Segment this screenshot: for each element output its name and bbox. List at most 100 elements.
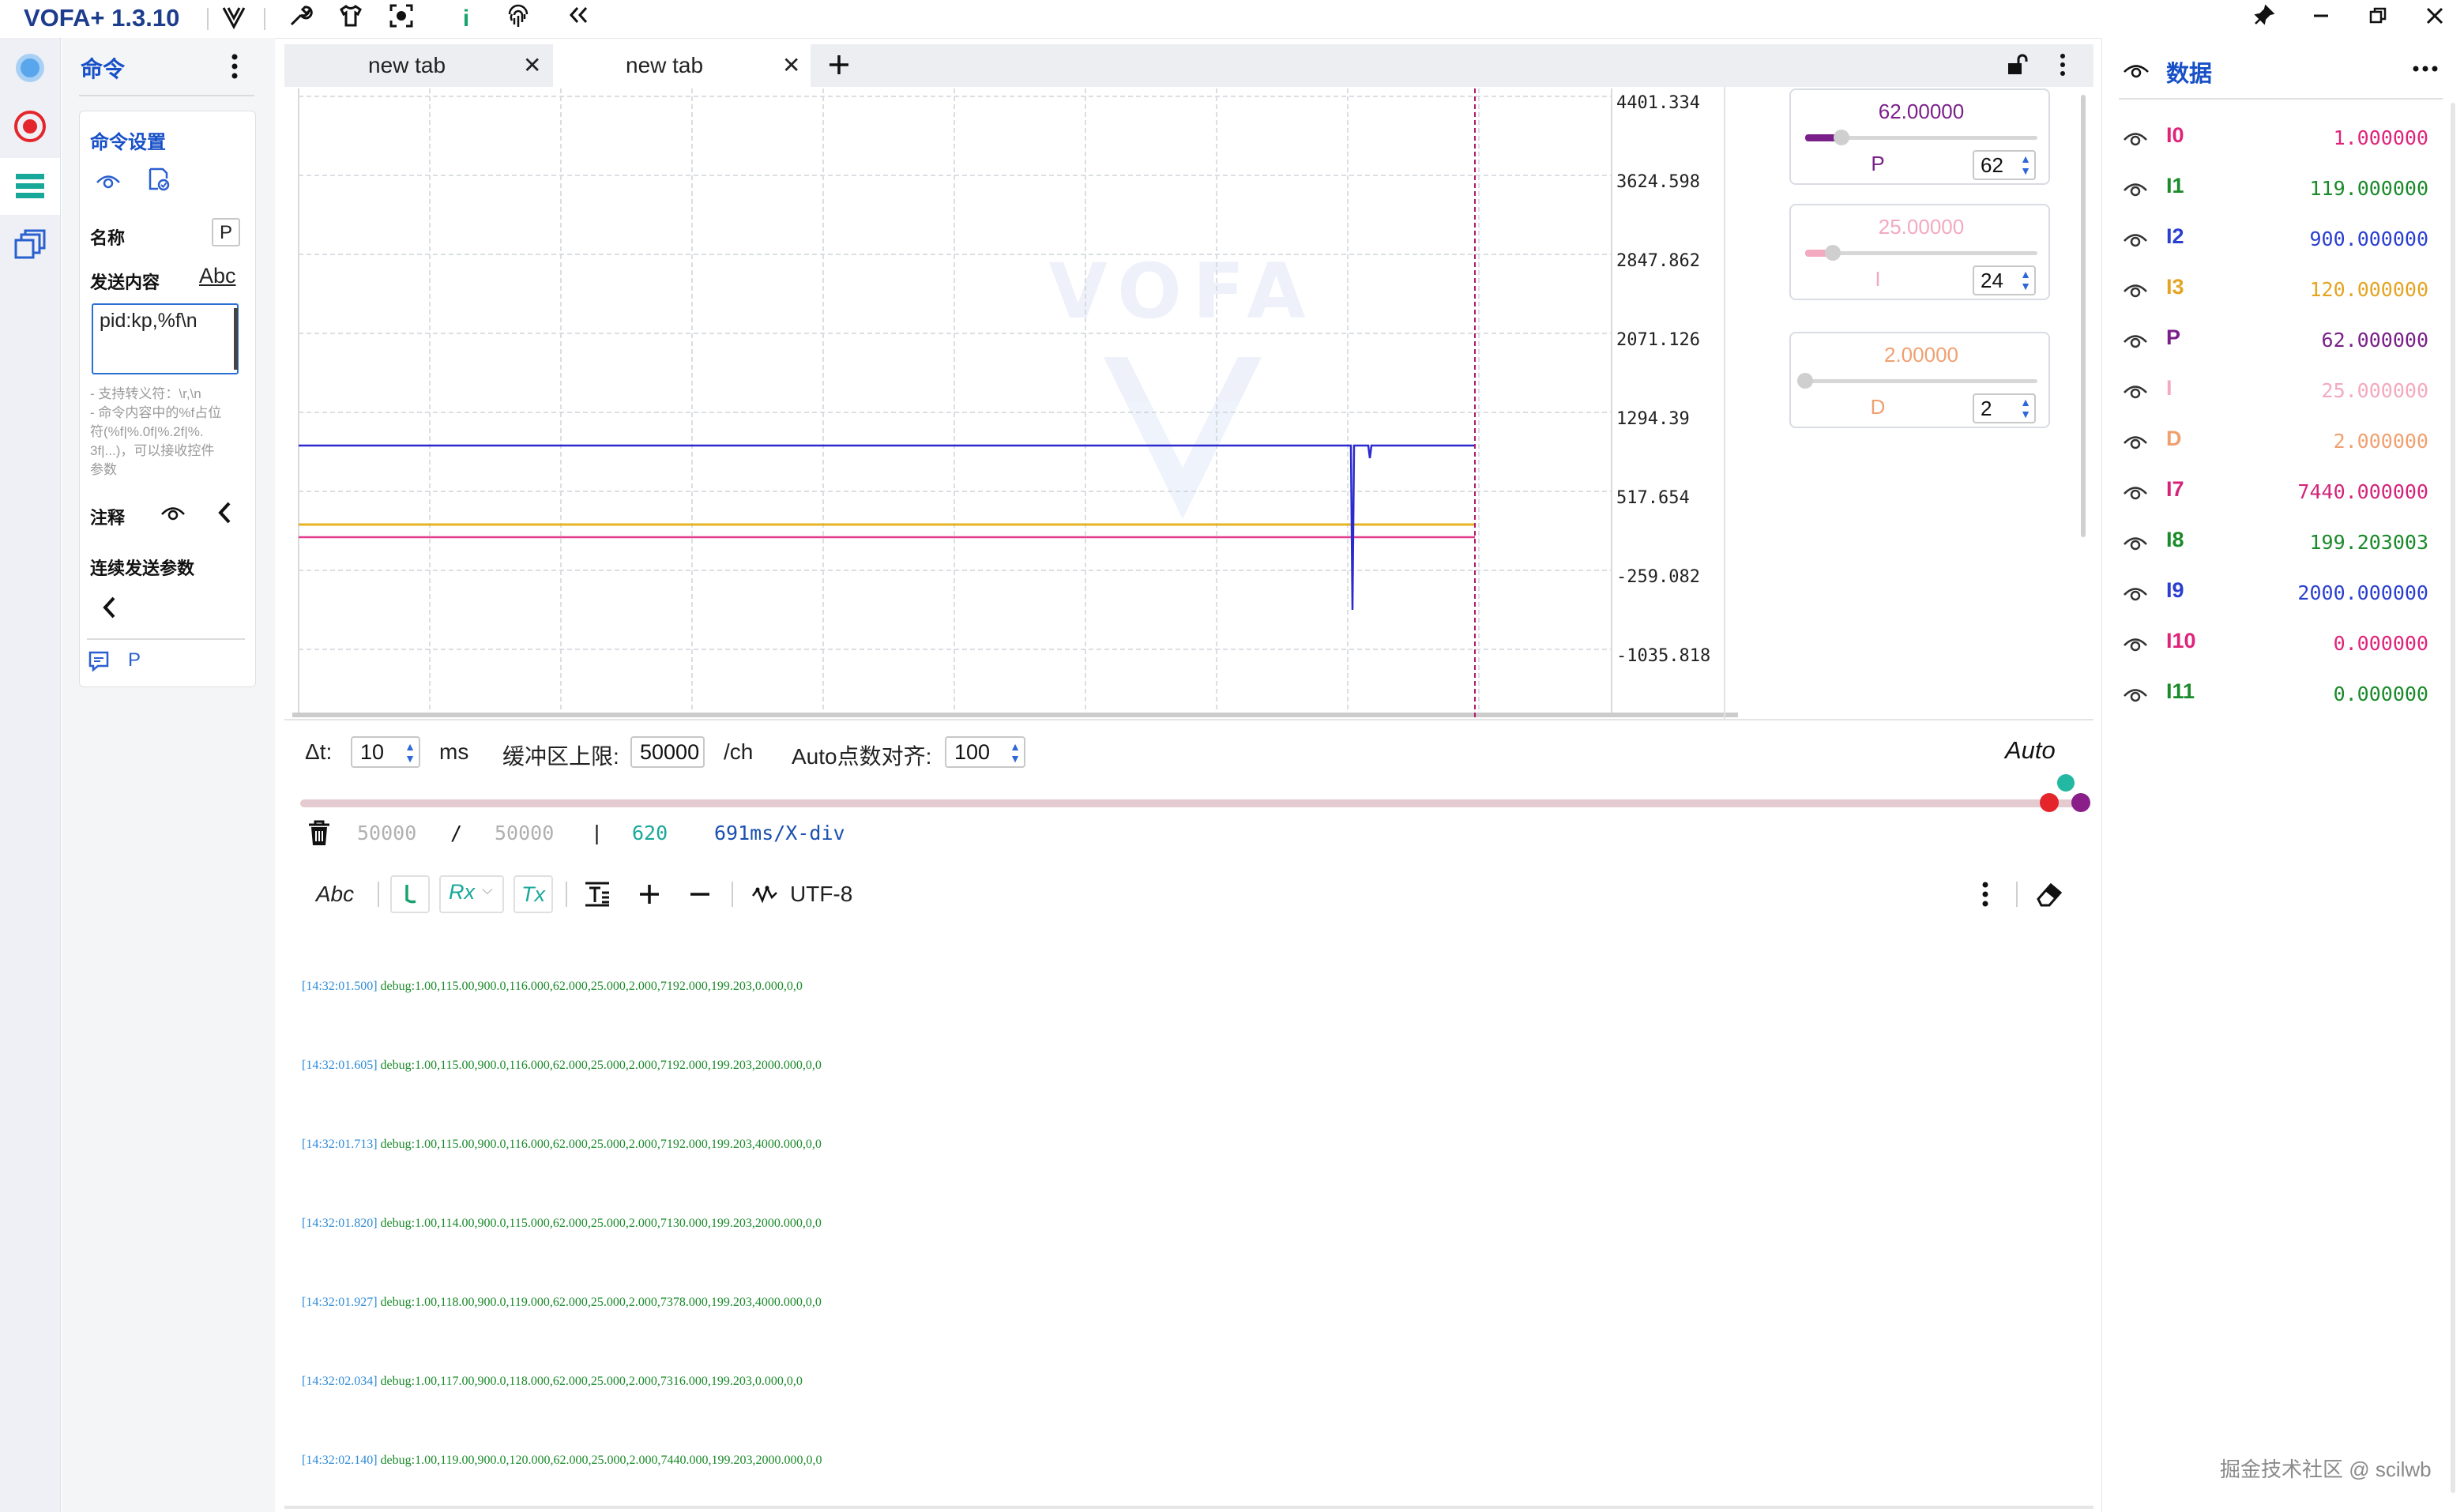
data-row[interactable]: I2 900.000000: [2122, 220, 2438, 258]
data-row[interactable]: D 2.000000: [2122, 422, 2438, 460]
restore-button[interactable]: [2359, 3, 2397, 35]
data-row[interactable]: I8 199.203003: [2122, 523, 2438, 561]
eye-icon[interactable]: [2122, 480, 2149, 508]
eye-icon[interactable]: [2122, 632, 2149, 660]
slider-widget-i[interactable]: 25.00000 I 24 ▲ ▼: [1789, 204, 2050, 300]
tab-menu-icon[interactable]: [2051, 51, 2075, 79]
comment-chevron-left-icon[interactable]: [213, 499, 237, 526]
spinbox-arrows-icon[interactable]: ▲ ▼: [2020, 269, 2031, 292]
data-row[interactable]: I 25.000000: [2122, 371, 2438, 409]
command-list-icon[interactable]: [9, 166, 51, 207]
scroll-handle-red[interactable]: [2040, 793, 2059, 812]
rx-menu-icon[interactable]: [1973, 878, 1997, 910]
time-scrollbar[interactable]: [300, 799, 2087, 807]
scroll-handle-teal[interactable]: [2057, 774, 2075, 792]
encoding-wave-icon[interactable]: [750, 880, 779, 908]
wrench-icon[interactable]: [284, 3, 316, 35]
vofa-logo-icon[interactable]: [218, 3, 250, 35]
slider-widget-p[interactable]: 62.00000 P 62 ▲ ▼: [1789, 88, 2050, 185]
slider-knob[interactable]: [1825, 245, 1841, 261]
window-stack-icon[interactable]: [9, 226, 51, 267]
eye-icon[interactable]: [95, 169, 122, 193]
plot-vertical-scrollbar[interactable]: [2081, 95, 2086, 537]
tab-1-label[interactable]: new tab: [368, 44, 446, 87]
pin-icon[interactable]: [2245, 3, 2283, 35]
info-icon[interactable]: i: [450, 3, 482, 35]
tab-2-label[interactable]: new tab: [626, 44, 703, 87]
rx-toggle[interactable]: Rx ⌵: [439, 875, 504, 913]
timestamp-toggle[interactable]: [390, 875, 430, 913]
eye-icon[interactable]: [2122, 228, 2149, 255]
eye-icon[interactable]: [2122, 126, 2149, 154]
eye-icon[interactable]: [2122, 683, 2149, 710]
font-decrease-icon[interactable]: [686, 880, 714, 908]
continuous-chevron-left-icon[interactable]: [98, 594, 122, 621]
send-mode-toggle[interactable]: Abc: [199, 264, 236, 288]
unlock-icon[interactable]: [2005, 52, 2030, 77]
font-increase-icon[interactable]: [635, 880, 664, 908]
tab-1-close-icon[interactable]: ✕: [523, 44, 541, 87]
slider-widget-d[interactable]: 2.00000 D 2 ▲ ▼: [1789, 332, 2050, 428]
auto-align-arrows-icon[interactable]: ▲ ▼: [1010, 741, 1021, 765]
close-window-button[interactable]: [2416, 3, 2454, 35]
eye-icon[interactable]: [2122, 581, 2149, 609]
document-check-icon[interactable]: [145, 166, 172, 193]
name-input[interactable]: P: [212, 218, 240, 246]
record-icon[interactable]: [9, 106, 51, 147]
data-panel-scrollbar[interactable]: [2451, 103, 2455, 1493]
text-wrap-icon[interactable]: [583, 878, 611, 910]
data-row[interactable]: I11 0.000000: [2122, 675, 2438, 713]
capture-icon[interactable]: [386, 3, 417, 35]
data-panel-menu-icon[interactable]: [2409, 57, 2441, 81]
data-row[interactable]: I3 120.000000: [2122, 270, 2438, 308]
data-row[interactable]: I7 7440.000000: [2122, 472, 2438, 510]
connection-status-icon[interactable]: [9, 47, 51, 88]
minimize-button[interactable]: [2302, 3, 2340, 35]
auto-scale-button[interactable]: Auto: [2005, 736, 2056, 765]
shirt-icon[interactable]: [335, 3, 367, 35]
slider-knob[interactable]: [1797, 373, 1813, 389]
rx-dropdown-chevron-icon[interactable]: ⌵: [482, 882, 493, 898]
send-content-textarea[interactable]: pid:kp,%f\n: [92, 303, 239, 374]
eye-icon[interactable]: [2122, 531, 2149, 559]
eraser-icon[interactable]: [2033, 878, 2065, 910]
data-row[interactable]: I1 119.000000: [2122, 169, 2438, 207]
encoding-select[interactable]: UTF-8: [790, 877, 861, 912]
slider-spinbox[interactable]: 2 ▲ ▼: [1973, 393, 2036, 423]
auto-align-spinbox[interactable]: 100 ▲ ▼: [945, 736, 1025, 768]
command-panel-menu-icon[interactable]: [223, 51, 246, 82]
dt-spinbox-arrows-icon[interactable]: ▲ ▼: [404, 741, 416, 765]
spinbox-arrows-icon[interactable]: ▲ ▼: [2020, 153, 2031, 177]
data-row[interactable]: I9 2000.000000: [2122, 574, 2438, 611]
eye-icon[interactable]: [2122, 379, 2149, 407]
log-bottom-scrollbar[interactable]: [284, 1506, 2093, 1509]
eye-icon[interactable]: [2122, 177, 2149, 205]
tab-2-close-icon[interactable]: ✕: [782, 44, 800, 87]
collapse-double-chevron-icon[interactable]: [562, 3, 594, 35]
tx-toggle[interactable]: Tx: [513, 875, 553, 913]
fingerprint-icon[interactable]: [502, 3, 534, 35]
add-tab-icon[interactable]: [825, 51, 853, 79]
display-mode-abc[interactable]: Abc: [311, 877, 359, 912]
eye-icon[interactable]: [2122, 430, 2149, 457]
eye-icon[interactable]: [2122, 278, 2149, 306]
waveform-plot[interactable]: VOFA: [292, 88, 1738, 717]
data-row[interactable]: I10 0.000000: [2122, 624, 2438, 662]
textarea-scrollbar[interactable]: [234, 308, 238, 370]
buffer-input[interactable]: 50000: [630, 736, 705, 768]
slider-knob[interactable]: [1834, 130, 1849, 145]
slider-spinbox[interactable]: 24 ▲ ▼: [1973, 265, 2036, 295]
spinbox-arrows-icon[interactable]: ▲ ▼: [2020, 397, 2031, 420]
scroll-handle-purple[interactable]: [2071, 793, 2090, 812]
comment-eye-icon[interactable]: [160, 501, 186, 525]
command-item-icon[interactable]: [87, 649, 111, 673]
slider-track[interactable]: [1805, 379, 2037, 383]
command-item-label[interactable]: P: [128, 649, 141, 671]
trash-icon[interactable]: [305, 818, 333, 848]
slider-spinbox[interactable]: 62 ▲ ▼: [1973, 150, 2036, 180]
data-panel-eye-icon[interactable]: [2122, 58, 2150, 82]
data-row[interactable]: I0 1.000000: [2122, 118, 2438, 156]
dt-spinbox[interactable]: 10 ▲ ▼: [351, 736, 420, 768]
eye-icon[interactable]: [2122, 329, 2149, 356]
data-row[interactable]: P 62.000000: [2122, 321, 2438, 359]
